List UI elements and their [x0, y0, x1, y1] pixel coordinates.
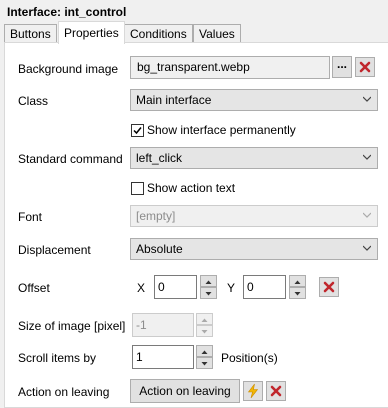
background-image-label: Background image [18, 62, 119, 76]
action-on-leaving-label: Action on leaving [18, 385, 110, 399]
tab-values[interactable]: Values [193, 24, 241, 43]
red-x-icon [359, 61, 371, 73]
offset-x-input[interactable]: 0 [154, 275, 197, 299]
font-dropdown[interactable]: [empty] [130, 205, 378, 227]
chevron-down-icon [363, 245, 371, 251]
arrow-up-icon [201, 318, 208, 322]
arrow-down-icon [201, 362, 208, 366]
font-value: [empty] [136, 209, 176, 223]
show-action-text-checkbox[interactable]: Show action text [131, 181, 235, 195]
offset-y-input[interactable]: 0 [243, 275, 286, 299]
class-label: Class [18, 94, 49, 108]
edit-action-button[interactable] [243, 381, 263, 401]
clear-offset-button[interactable] [319, 277, 339, 297]
size-of-image-stepper[interactable] [196, 313, 213, 337]
stepper-up-button[interactable] [196, 313, 213, 325]
lightning-icon [247, 383, 259, 399]
size-of-image-label: Size of image [pixel] [18, 319, 126, 333]
stepper-down-button[interactable] [200, 287, 217, 299]
displacement-label: Displacement [18, 243, 91, 257]
arrow-up-icon [205, 280, 212, 284]
checkbox-unchecked-icon [131, 181, 144, 195]
tab-conditions[interactable]: Conditions [124, 24, 193, 43]
stepper-up-button[interactable] [289, 275, 306, 287]
background-image-field[interactable]: bg_transparent.webp [130, 56, 330, 79]
arrow-down-icon [205, 292, 212, 296]
scroll-items-label: Scroll items by [18, 351, 97, 365]
size-of-image-input[interactable]: -1 [132, 313, 194, 337]
red-x-icon [323, 281, 335, 293]
red-x-icon [270, 385, 282, 397]
show-permanently-label: Show interface permanently [147, 123, 296, 137]
clear-background-button[interactable] [355, 57, 375, 77]
arrow-down-icon [294, 292, 301, 296]
properties-panel: Background image bg_transparent.webp ...… [4, 42, 388, 408]
checkbox-checked-icon [131, 123, 144, 137]
arrow-up-icon [201, 350, 208, 354]
class-dropdown[interactable]: Main interface [130, 89, 378, 111]
standard-command-value: left_click [136, 151, 183, 165]
tab-buttons[interactable]: Buttons [4, 24, 57, 43]
show-action-text-label: Show action text [147, 181, 236, 195]
standard-command-dropdown[interactable]: left_click [130, 147, 378, 169]
tab-bar: Buttons Properties Conditions Values [4, 21, 388, 44]
arrow-up-icon [294, 280, 301, 284]
font-label: Font [18, 210, 43, 224]
stepper-down-button[interactable] [289, 287, 306, 299]
window-title: Interface: int_control [7, 5, 127, 19]
stepper-up-button[interactable] [200, 275, 217, 287]
offset-x-stepper[interactable] [200, 275, 217, 299]
class-value: Main interface [136, 93, 212, 107]
scroll-items-input[interactable]: 1 [132, 345, 194, 369]
displacement-dropdown[interactable]: Absolute [130, 238, 378, 260]
stepper-down-button[interactable] [196, 325, 213, 337]
stepper-up-button[interactable] [196, 345, 213, 357]
arrow-down-icon [201, 330, 208, 334]
chevron-down-icon [363, 154, 371, 160]
displacement-value: Absolute [136, 242, 183, 256]
scroll-items-stepper[interactable] [196, 345, 213, 369]
scroll-items-unit: Position(s) [221, 351, 278, 365]
show-permanently-checkbox[interactable]: Show interface permanently [131, 123, 296, 137]
chevron-down-icon [363, 212, 371, 218]
stepper-down-button[interactable] [196, 357, 213, 369]
offset-label: Offset [18, 281, 50, 295]
tab-properties[interactable]: Properties [58, 21, 125, 44]
offset-y-label: Y [227, 281, 236, 295]
offset-x-label: X [137, 281, 146, 295]
action-on-leaving-button[interactable]: Action on leaving [130, 379, 240, 403]
browse-button[interactable]: ... [332, 56, 352, 78]
offset-y-stepper[interactable] [289, 275, 306, 299]
clear-action-button[interactable] [266, 381, 286, 401]
standard-command-label: Standard command [18, 152, 123, 166]
chevron-down-icon [363, 96, 371, 102]
